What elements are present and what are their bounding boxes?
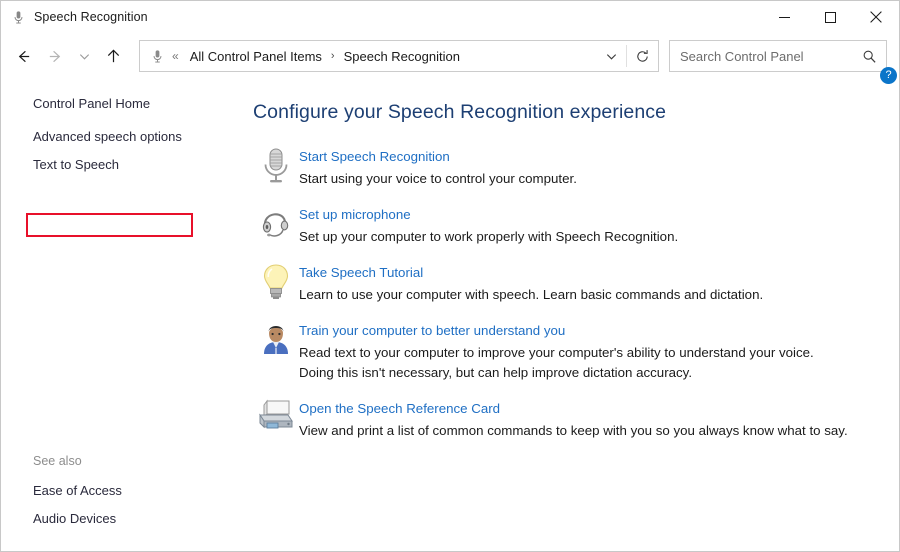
search-input[interactable]: Search Control Panel [680,49,856,64]
breadcrumb-speech-recognition[interactable]: Speech Recognition [340,46,464,67]
task-description: View and print a list of common commands… [299,423,848,438]
task-link-take-speech-tutorial[interactable]: Take Speech Tutorial [299,263,423,282]
chevron-right-icon: › [330,49,335,62]
task-link-start-speech-recognition[interactable]: Start Speech Recognition [299,147,450,166]
task-body: Set up microphone Set up your computer t… [299,204,678,247]
title-bar: Speech Recognition [1,1,899,33]
minimize-button[interactable] [761,1,807,33]
see-also-section: See also Ease of Access Audio Devices [1,454,247,551]
close-button[interactable] [853,1,899,33]
task-body: Take Speech Tutorial Learn to use your c… [299,262,763,305]
window-title: Speech Recognition [34,10,148,24]
address-dropdown-button[interactable] [597,42,625,70]
navigation-toolbar: « All Control Panel Items › Speech Recog… [1,33,899,79]
address-divider [626,45,627,67]
forward-button[interactable] [39,40,71,72]
task-link-set-up-microphone[interactable]: Set up microphone [299,205,411,224]
recent-locations-button[interactable] [71,40,97,72]
task-link-train-your-computer[interactable]: Train your computer to better understand… [299,321,565,340]
task-item[interactable]: Open the Speech Reference Card View and … [253,398,879,441]
see-also-title: See also [33,454,82,468]
main-content: ? Configure your Speech Recognition expe… [247,67,899,551]
task-link-open-speech-reference-card[interactable]: Open the Speech Reference Card [299,399,500,418]
person-icon [253,320,299,362]
maximize-button[interactable] [807,1,853,33]
sidebar-item-text-to-speech[interactable]: Text to Speech [1,151,247,179]
task-description: Read text to your computer to improve yo… [299,345,814,380]
task-description: Start using your voice to control your c… [299,171,577,186]
task-body: Start Speech Recognition Start using you… [299,146,577,189]
task-body: Train your computer to better understand… [299,320,814,383]
window-controls [761,1,899,33]
breadcrumb-overflow[interactable]: « [166,50,186,62]
sidebar-item-control-panel-home[interactable]: Control Panel Home [1,93,247,123]
lightbulb-icon [253,262,299,304]
task-description: Set up your computer to work properly wi… [299,229,679,244]
task-item[interactable]: Train your computer to better understand… [253,320,879,383]
task-list: Start Speech Recognition Start using you… [253,146,879,456]
task-body: Open the Speech Reference Card View and … [299,398,848,441]
up-button[interactable] [97,40,129,72]
task-item[interactable]: Take Speech Tutorial Learn to use your c… [253,262,879,305]
microphone-icon [253,146,299,188]
sidebar-item-audio-devices[interactable]: Audio Devices [1,505,247,533]
search-box[interactable]: Search Control Panel [669,40,887,72]
task-description: Learn to use your computer with speech. … [299,287,764,302]
sidebar-item-ease-of-access[interactable]: Ease of Access [1,477,247,505]
microphone-icon [148,47,166,65]
speech-recognition-window: Speech Recognition « All Control Panel I… [0,0,900,552]
highlight-annotation-box [26,213,193,237]
search-icon[interactable] [856,43,882,69]
sidebar: Control Panel Home Advanced speech optio… [1,79,247,551]
breadcrumb-all-control-panel-items[interactable]: All Control Panel Items [186,46,326,67]
back-button[interactable] [7,40,39,72]
refresh-button[interactable] [628,42,656,70]
page-title: Configure your Speech Recognition experi… [253,101,667,123]
microphone-icon [10,9,26,25]
sidebar-item-advanced-speech-options[interactable]: Advanced speech options [1,123,247,151]
address-bar[interactable]: « All Control Panel Items › Speech Recog… [139,40,659,72]
task-item[interactable]: Set up microphone Set up your computer t… [253,204,879,247]
printer-icon [253,398,299,440]
task-item[interactable]: Start Speech Recognition Start using you… [253,146,879,189]
headset-icon [253,204,299,246]
help-circle-icon[interactable]: ? [880,67,897,84]
window-body: Control Panel Home Advanced speech optio… [1,67,899,551]
